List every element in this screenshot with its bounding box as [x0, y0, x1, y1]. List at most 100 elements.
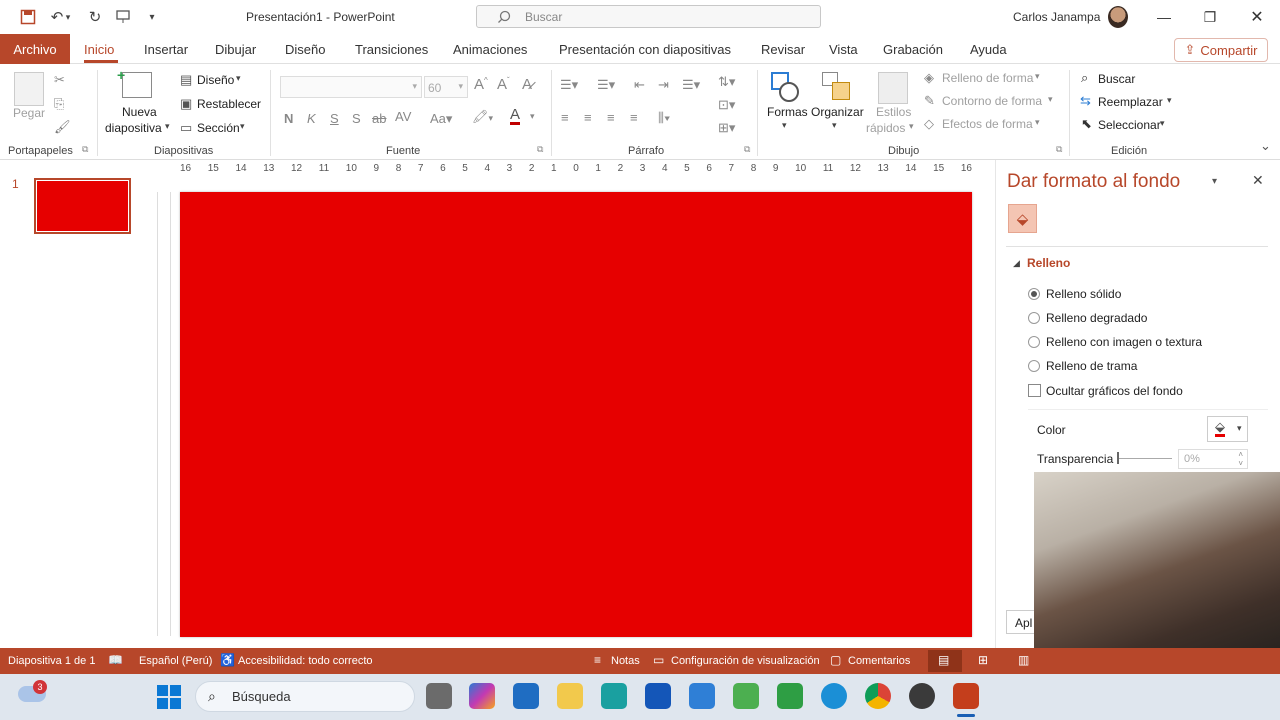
radio-pattern-fill[interactable] [1028, 360, 1040, 372]
cut-icon[interactable]: ✂ [54, 72, 65, 88]
underline-button[interactable]: S [330, 111, 339, 126]
tab-diseno[interactable]: Diseño [285, 42, 325, 57]
display-settings-button[interactable]: Configuración de visualización [671, 655, 820, 667]
save-icon[interactable] [17, 6, 39, 28]
tab-grabacion[interactable]: Grabación [883, 42, 943, 57]
paste-icon[interactable] [14, 72, 44, 106]
bold-button[interactable]: N [284, 111, 293, 126]
option-gradient-fill[interactable]: Relleno degradado [1046, 311, 1147, 325]
tab-presentacion[interactable]: Presentación con diapositivas [559, 42, 731, 57]
reading-view-icon[interactable]: ▥ [1018, 653, 1029, 667]
pane-close-icon[interactable]: ✕ [1252, 172, 1264, 189]
font-color-dropdown-icon[interactable]: ▾ [530, 111, 535, 122]
shape-outline-button[interactable]: Contorno de forma [942, 94, 1042, 108]
replace-button[interactable]: Reemplazar [1098, 95, 1163, 109]
undo-dropdown-icon[interactable]: ▾ [62, 6, 74, 28]
font-size-select[interactable]: 60 ▾ [424, 76, 468, 98]
close-icon[interactable]: ✕ [1234, 0, 1280, 34]
radio-solid-fill[interactable] [1028, 288, 1040, 300]
task-view-icon[interactable] [426, 683, 452, 709]
italic-button[interactable]: K [307, 111, 316, 126]
justify-icon[interactable]: ≡ [630, 110, 638, 125]
tab-revisar[interactable]: Revisar [761, 42, 805, 57]
slide-sorter-icon[interactable]: ⊞ [978, 653, 988, 667]
align-text-icon[interactable]: ⊡▾ [718, 97, 735, 113]
increase-indent-icon[interactable]: ⇥ [658, 77, 669, 93]
fuente-launcher-icon[interactable]: ⧉ [537, 144, 543, 155]
tab-vista[interactable]: Vista [829, 42, 858, 57]
user-name[interactable]: Carlos Janampa [1013, 10, 1100, 24]
option-pattern-fill[interactable]: Relleno de trama [1046, 359, 1137, 373]
start-icon[interactable] [157, 685, 181, 709]
search-box[interactable]: Buscar [476, 5, 821, 28]
customize-qat-icon[interactable]: ▾ [141, 6, 163, 28]
slide-thumbnail[interactable] [34, 178, 131, 234]
powerpoint-icon[interactable] [953, 683, 979, 709]
collapse-ribbon-icon[interactable]: ⌄ [1260, 138, 1271, 154]
transparency-slider-thumb[interactable] [1117, 452, 1119, 464]
pane-options-icon[interactable]: ▾ [1212, 176, 1217, 187]
change-case-icon[interactable]: Aa▾ [430, 111, 452, 127]
find-button[interactable]: Buscar [1098, 72, 1135, 86]
new-slide-label-2[interactable]: diapositiva [105, 121, 162, 135]
slide-canvas[interactable] [180, 192, 972, 637]
option-picture-fill[interactable]: Relleno con imagen o textura [1046, 335, 1202, 349]
text-direction-icon[interactable]: ⇅▾ [718, 74, 735, 90]
tab-dibujar[interactable]: Dibujar [215, 42, 256, 57]
tab-animaciones[interactable]: Animaciones [453, 42, 527, 57]
layout-dropdown-icon[interactable]: ▾ [236, 73, 241, 84]
calculator-icon[interactable] [513, 683, 539, 709]
shape-fill-dropdown-icon[interactable]: ▾ [1035, 71, 1040, 82]
shape-outline-dropdown-icon[interactable]: ▾ [1048, 94, 1053, 105]
grow-font-icon[interactable]: A^ [474, 76, 488, 93]
format-painter-icon[interactable]: 🖌 [54, 119, 71, 135]
option-solid-fill[interactable]: Relleno sólido [1046, 287, 1121, 301]
language-status[interactable]: Español (Perú) [139, 655, 212, 667]
copy-icon[interactable]: ⎘ [54, 96, 64, 112]
font-color-icon[interactable]: A [510, 107, 521, 125]
tab-insertar[interactable]: Insertar [144, 42, 188, 57]
quick-styles-label-1[interactable]: Estilos [876, 105, 911, 119]
layout-button[interactable]: Diseño [197, 73, 234, 87]
smartart-icon[interactable]: ⊞▾ [718, 120, 735, 136]
shapes-dropdown-icon[interactable]: ▾ [782, 120, 787, 131]
arrange-icon[interactable] [822, 72, 852, 104]
dibujo-launcher-icon[interactable]: ⧉ [1056, 144, 1062, 155]
avatar[interactable] [1108, 6, 1128, 28]
comments-button[interactable]: Comentarios [848, 655, 910, 667]
replace-dropdown-icon[interactable]: ▾ [1167, 95, 1172, 106]
strikethrough-button[interactable]: ab [372, 111, 386, 126]
accessibility-status[interactable]: Accesibilidad: todo correcto [238, 655, 373, 667]
spellcheck-icon[interactable]: 📖 [108, 653, 123, 667]
app-icon[interactable] [645, 683, 671, 709]
transparency-slider-track[interactable] [1118, 458, 1172, 459]
section-collapse-icon[interactable]: ◢ [1013, 258, 1020, 269]
hide-graphics-checkbox[interactable] [1028, 384, 1041, 397]
select-dropdown-icon[interactable]: ▾ [1160, 118, 1165, 129]
shape-effects-button[interactable]: Efectos de forma [942, 117, 1033, 131]
select-button[interactable]: Seleccionar [1098, 118, 1161, 132]
fill-section-title[interactable]: Relleno [1027, 256, 1070, 270]
radio-gradient-fill[interactable] [1028, 312, 1040, 324]
notes-button[interactable]: Notas [611, 655, 640, 667]
minimize-icon[interactable]: — [1141, 0, 1187, 34]
tab-inicio[interactable]: Inicio [84, 42, 114, 57]
shapes-button[interactable]: Formas [767, 105, 808, 119]
shrink-font-icon[interactable]: Aˇ [497, 76, 510, 93]
redo-icon[interactable]: ↻ [84, 6, 106, 28]
restore-icon[interactable]: ❐ [1187, 0, 1233, 34]
copilot-icon[interactable] [469, 683, 495, 709]
quick-styles-icon[interactable] [878, 72, 908, 104]
paste-button-label[interactable]: Pegar [13, 106, 45, 120]
app-icon[interactable] [601, 683, 627, 709]
bullets-icon[interactable]: ☰▾ [560, 77, 578, 93]
new-slide-icon[interactable]: + [117, 67, 152, 98]
arrange-button[interactable]: Organizar [811, 105, 864, 119]
section-dropdown-icon[interactable]: ▾ [240, 121, 245, 132]
numbering-icon[interactable]: ☰▾ [597, 77, 615, 93]
taskbar-search[interactable]: ⌕ Búsqueda [195, 681, 415, 712]
tab-transiciones[interactable]: Transiciones [355, 42, 428, 57]
share-button[interactable]: ⇪ Compartir [1174, 38, 1268, 62]
transparency-input[interactable]: 0% ˄ ˅ [1178, 449, 1248, 469]
parrafo-launcher-icon[interactable]: ⧉ [744, 144, 750, 155]
